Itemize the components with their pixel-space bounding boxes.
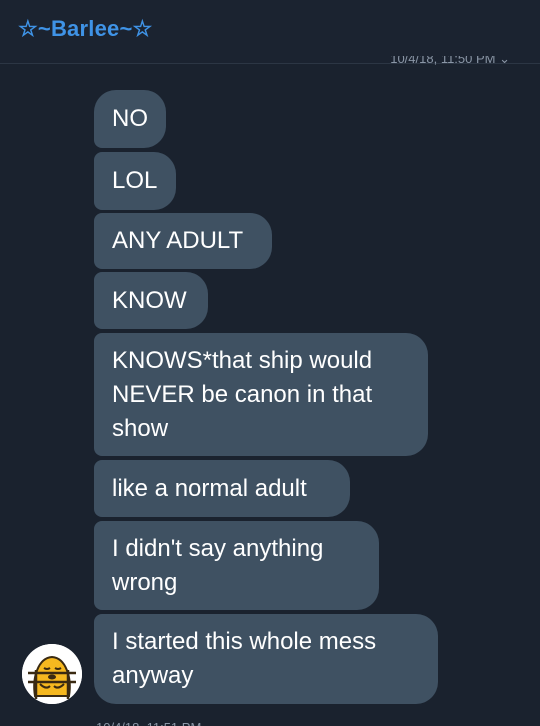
message-bubble[interactable]: like a normal adult [94, 460, 350, 517]
message-text: KNOWS*that ship would NEVER be canon in … [112, 346, 373, 442]
chat-header: ☆~Barlee~☆ [0, 0, 540, 64]
avatar-illustration [22, 644, 82, 704]
message-bubble[interactable]: KNOWS*that ship would NEVER be canon in … [94, 333, 428, 456]
message-timestamp: 10/4/18, 11:50 PM ⌄ [390, 56, 510, 66]
message-text: like a normal adult [112, 474, 307, 502]
message-bubble[interactable]: LOL [94, 152, 176, 210]
message-bubble[interactable]: NO [94, 90, 166, 148]
message-bubble[interactable]: I started this whole mess anyway [94, 614, 438, 704]
message-text: KNOW [112, 286, 187, 314]
message-bubble[interactable]: I didn't say anything wrong [94, 521, 379, 610]
message-bubble[interactable]: ANY ADULT [94, 213, 272, 269]
message-text: ANY ADULT [112, 227, 244, 254]
contact-name[interactable]: ☆~Barlee~☆ [18, 16, 152, 42]
message-text: NO [112, 105, 148, 132]
message-bubble[interactable]: KNOW [94, 272, 208, 329]
gudetama-egg-avatar-icon[interactable] [22, 644, 82, 704]
message-text: LOL [112, 167, 158, 194]
message-text: I started this whole mess anyway [112, 628, 377, 689]
message-timestamp: 10/4/18, 11:51 PM [96, 718, 201, 726]
message-text: I didn't say anything wrong [112, 534, 324, 596]
